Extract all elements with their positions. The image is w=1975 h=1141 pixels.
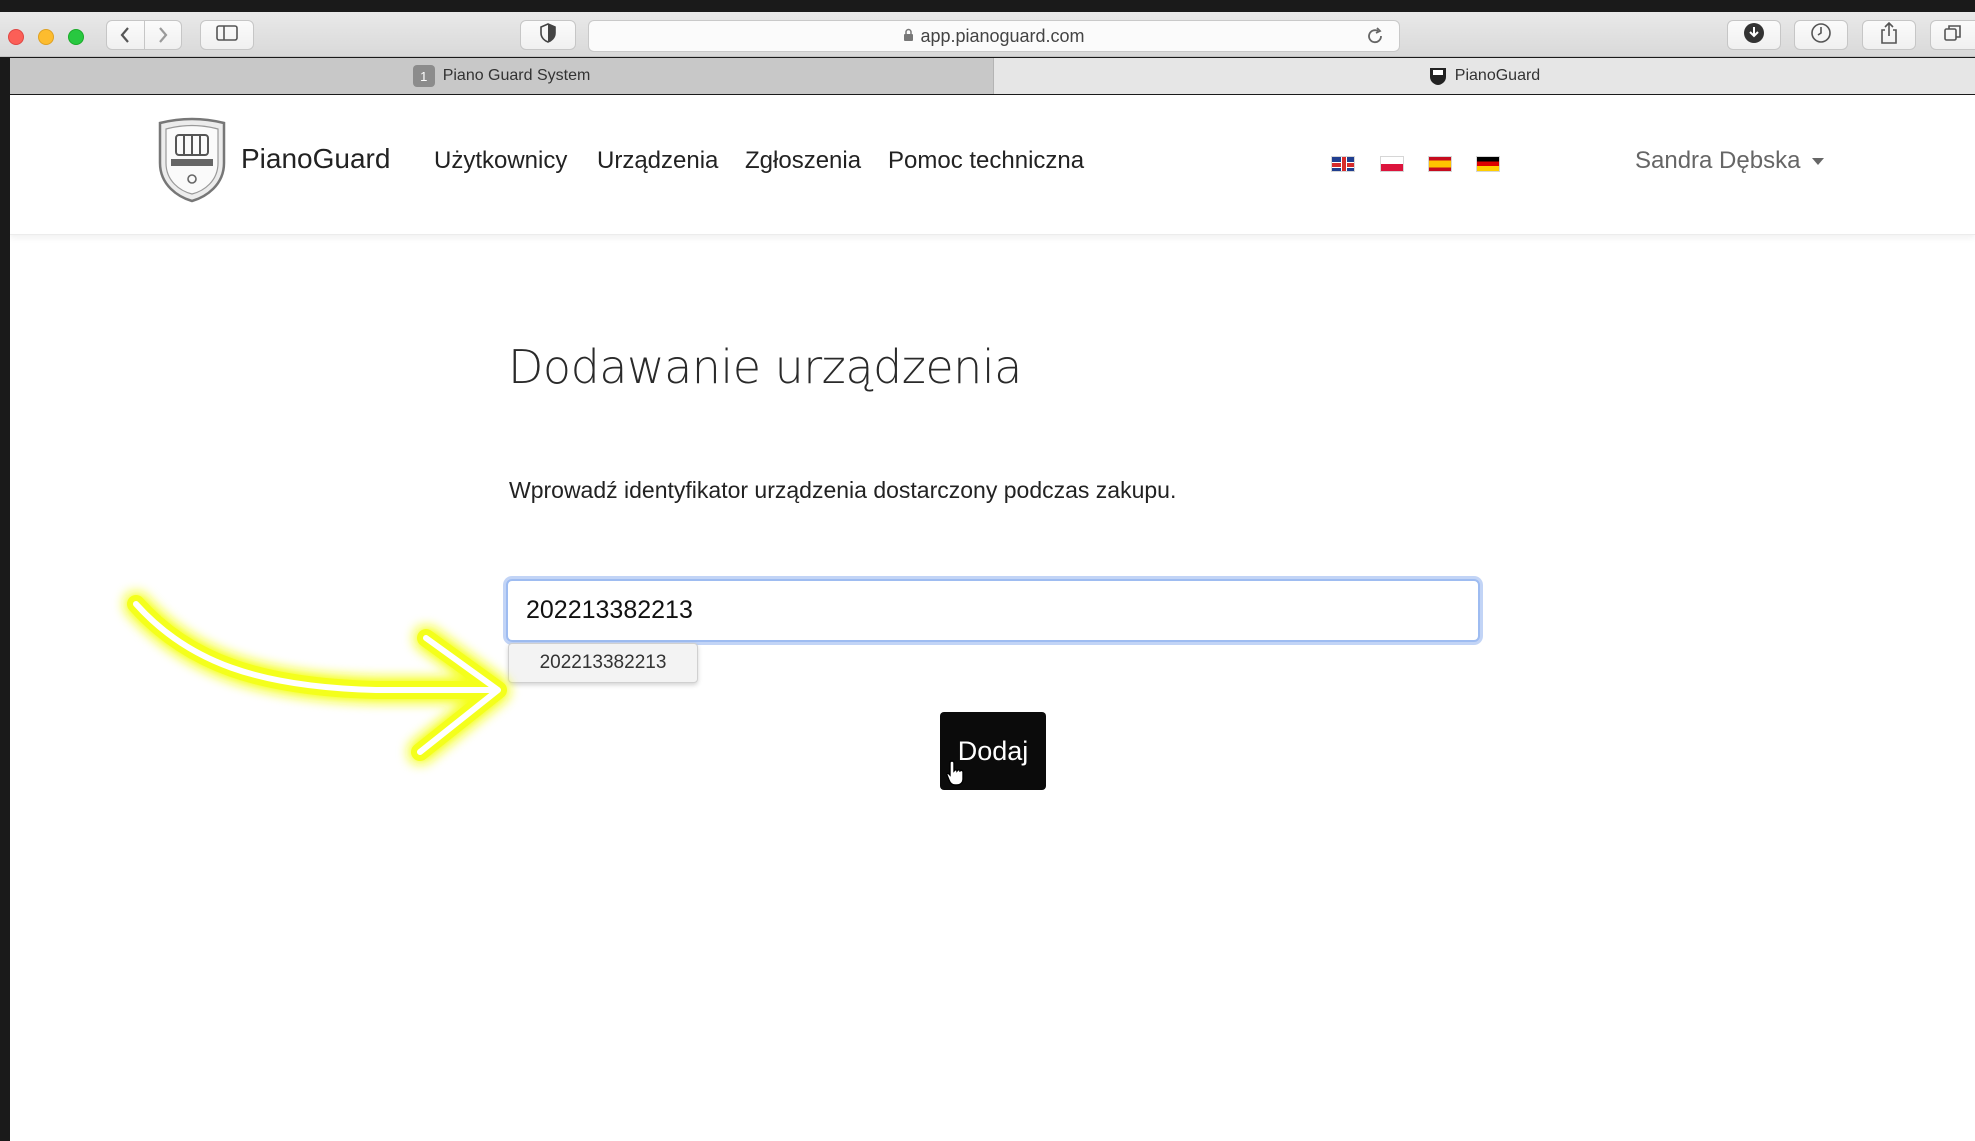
tabs-icon [1943, 23, 1963, 48]
sidebar-toggle-button[interactable] [200, 20, 254, 50]
tab-overview-button[interactable] [1930, 20, 1975, 50]
hand-cursor-icon [946, 760, 964, 786]
privacy-report-button[interactable] [520, 20, 576, 50]
autocomplete-suggestion[interactable]: 202213382213 [508, 643, 698, 683]
annotation-arrow-icon [127, 595, 507, 761]
history-button[interactable] [1794, 20, 1848, 50]
instruction-text: Wprowadź identyfikator urządzenia dostar… [509, 477, 1177, 503]
pianoguard-logo-icon[interactable] [156, 117, 228, 203]
web-page: PianoGuard Użytkownicy Urządzenia Zgłosz… [10, 95, 1975, 1141]
shield-icon [540, 22, 556, 48]
back-icon[interactable] [107, 26, 144, 44]
share-button[interactable] [1862, 20, 1916, 50]
nav-link-reports[interactable]: Zgłoszenia [745, 147, 861, 175]
tab-pianoguard[interactable]: PianoGuard [994, 58, 1975, 94]
minimize-window-button[interactable] [38, 29, 54, 45]
browser-toolbar: app.pianoguard.com [0, 12, 1975, 57]
reload-icon[interactable] [1365, 26, 1385, 51]
downloads-button[interactable] [1727, 20, 1781, 50]
nav-link-devices[interactable]: Urządzenia [597, 147, 718, 175]
pianoguard-favicon-icon [1429, 66, 1447, 86]
clock-icon [1810, 22, 1832, 49]
lock-icon [903, 26, 914, 47]
caret-down-icon [1812, 157, 1825, 165]
address-bar[interactable]: app.pianoguard.com [588, 20, 1400, 52]
device-id-input[interactable] [506, 579, 1480, 642]
tab-label: Piano Guard System [442, 67, 591, 84]
tab-label: PianoGuard [1454, 67, 1541, 84]
tab-piano-guard-system[interactable]: 1 Piano Guard System [10, 58, 994, 94]
page-title: Dodawanie urządzenia [508, 340, 1022, 394]
user-menu-dropdown[interactable]: Sandra Dębska [1635, 147, 1825, 175]
brand-name[interactable]: PianoGuard [241, 143, 390, 175]
language-flag-es-icon[interactable] [1428, 156, 1452, 172]
close-window-button[interactable] [8, 29, 24, 45]
language-flag-de-icon[interactable] [1476, 156, 1500, 172]
sidebar-icon [216, 24, 238, 46]
download-icon [1743, 22, 1765, 49]
zoom-window-button[interactable] [68, 29, 84, 45]
user-name: Sandra Dębska [1635, 147, 1801, 174]
tab-number-badge: 1 [412, 65, 435, 87]
forward-icon[interactable] [145, 26, 182, 44]
nav-link-support[interactable]: Pomoc techniczna [888, 147, 1084, 175]
app-navbar: PianoGuard Użytkownicy Urządzenia Zgłosz… [10, 95, 1975, 235]
language-flag-pl-icon[interactable] [1380, 156, 1404, 172]
back-forward-group [106, 20, 182, 50]
tab-bar: 1 Piano Guard System PianoGuard [10, 58, 1975, 94]
url-text: app.pianoguard.com [920, 25, 1085, 46]
language-flag-en-icon[interactable] [1331, 156, 1355, 172]
share-icon [1879, 21, 1899, 50]
nav-link-users[interactable]: Użytkownicy [434, 147, 567, 175]
